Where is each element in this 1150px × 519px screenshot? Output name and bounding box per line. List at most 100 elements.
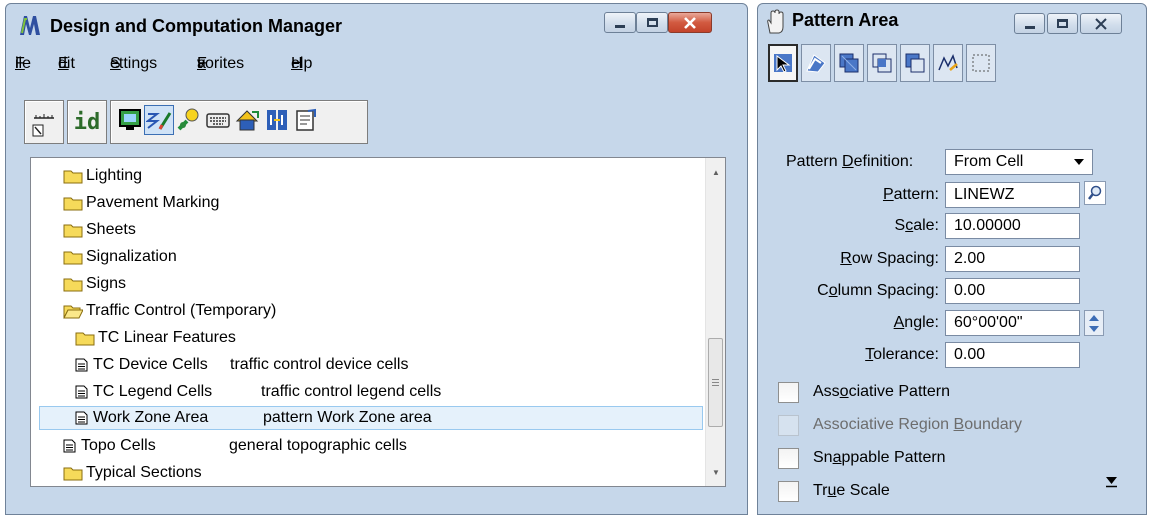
tree-item-tc-linear-features[interactable]: TC Linear Features [75, 326, 236, 350]
keyboard-icon [206, 113, 230, 128]
tolerance-label: Tolerance: [865, 346, 939, 363]
tree-item-tc-device-cells[interactable]: TC Device Cells traffic control device c… [75, 353, 725, 377]
menu-bar: File Edit Settings Fa vorites Help [15, 55, 313, 72]
folder-icon [63, 224, 83, 237]
pattern-name-field[interactable]: LINEWZ [945, 182, 1080, 208]
element-pattern-button[interactable] [768, 44, 798, 82]
magnifier-icon [1088, 185, 1102, 200]
fence-pattern-button[interactable] [933, 44, 963, 82]
ruler-button[interactable] [24, 100, 64, 144]
properties-button[interactable] [291, 105, 321, 135]
tree-item-topo-cells[interactable]: Topo Cells general topographic cells [63, 434, 713, 458]
pattern-maximize-button[interactable] [1047, 13, 1078, 34]
edit-line-button[interactable] [144, 105, 174, 135]
row-spacing-field[interactable]: 2.00 [945, 246, 1080, 272]
tree-item-lighting[interactable]: Lighting [63, 164, 142, 188]
flood-pattern-button[interactable] [801, 44, 831, 82]
intersection-pattern-button[interactable] [867, 44, 897, 82]
pattern-definition-dropdown[interactable]: From Cell [945, 149, 1093, 175]
split-button[interactable] [262, 105, 292, 135]
monitor-icon [119, 109, 141, 130]
tree-item-tc-legend-cells[interactable]: TC Legend Cells traffic control legend c… [75, 380, 725, 404]
document-icon [63, 439, 76, 453]
id-button[interactable]: id [67, 100, 107, 144]
pattern-area-titlebar[interactable]: Pattern Area [758, 4, 1146, 48]
pattern-area-window: Pattern Area Pattern Definition: From Ce… [757, 3, 1147, 515]
tree-item-signs[interactable]: Signs [63, 272, 126, 296]
category-tree[interactable]: Lighting Pavement Marking Sheets Signali… [30, 157, 726, 487]
tree-item-sheets[interactable]: Sheets [63, 218, 136, 242]
close-icon [684, 16, 696, 29]
row-spacing-label: Row Spacing: [840, 250, 939, 267]
tolerance-field[interactable]: 0.00 [945, 342, 1080, 368]
associative-pattern-checkbox[interactable]: Associative Pattern [778, 379, 950, 405]
scroll-down-arrow[interactable]: ▼ [706, 462, 725, 482]
union-pattern-button[interactable] [834, 44, 864, 82]
scroll-thumb[interactable] [708, 338, 723, 427]
dcm-app-icon [20, 16, 40, 35]
scale-field[interactable]: 10.00000 [945, 213, 1080, 239]
checkbox-box [778, 414, 799, 436]
points-pattern-button[interactable] [966, 44, 996, 82]
maximize-icon [1057, 19, 1068, 28]
checkbox-box[interactable] [778, 381, 799, 403]
points-pattern-icon [972, 54, 990, 72]
associative-region-boundary-checkbox: Associative Region Boundary [778, 412, 1022, 438]
shapes-button[interactable] [232, 105, 262, 135]
column-spacing-label: Column Spacing: [817, 282, 939, 299]
folder-icon [63, 197, 83, 210]
folder-icon [63, 467, 83, 480]
dcm-titlebar[interactable]: Design and Computation Manager [6, 4, 747, 48]
checkbox-box[interactable] [778, 480, 799, 502]
angle-field[interactable]: 60°00'00" [945, 310, 1080, 336]
spin-up-icon[interactable] [1089, 315, 1099, 321]
pattern-minimize-button[interactable] [1014, 13, 1045, 34]
difference-pattern-icon [905, 53, 925, 73]
union-pattern-icon [839, 53, 859, 73]
spin-down-icon[interactable] [1089, 326, 1099, 332]
folder-icon [63, 278, 83, 291]
tree-item-pavement-marking[interactable]: Pavement Marking [63, 191, 219, 215]
intersection-pattern-icon [872, 53, 892, 73]
tree-item-work-zone-area[interactable]: Work Zone Area pattern Work Zone area [39, 406, 703, 430]
minimize-icon [1024, 26, 1035, 29]
document-icon [75, 385, 88, 399]
close-icon [1095, 17, 1107, 30]
flood-pattern-icon [806, 54, 826, 73]
chevron-down-icon [1074, 159, 1084, 165]
minimize-button[interactable] [604, 12, 636, 33]
maximize-button[interactable] [636, 12, 668, 33]
color-tool-button[interactable] [173, 105, 203, 135]
snappable-pattern-checkbox[interactable]: Snappable Pattern [778, 445, 946, 471]
tree-item-traffic-control[interactable]: Traffic Control (Temporary) [63, 299, 276, 323]
minimize-icon [615, 25, 625, 28]
dcm-window: Design and Computation Manager File Edit… [5, 3, 748, 515]
angle-spinner[interactable] [1084, 310, 1104, 336]
pattern-definition-label: Pattern Definition: [786, 153, 914, 170]
true-scale-checkbox[interactable]: True Scale [778, 478, 890, 504]
folder-icon [75, 332, 95, 345]
monitor-button[interactable] [115, 105, 145, 135]
document-icon [75, 358, 88, 372]
tree-scrollbar[interactable]: ▲ ▼ [705, 158, 725, 486]
element-pattern-icon [774, 54, 792, 73]
scale-label: Scale: [894, 217, 939, 234]
checkbox-box[interactable] [778, 447, 799, 469]
pattern-close-button[interactable] [1080, 13, 1122, 34]
pattern-area-title: Pattern Area [792, 10, 899, 30]
pattern-browse-button[interactable] [1084, 181, 1106, 205]
folder-icon [63, 170, 83, 183]
tree-item-typical-sections[interactable]: Typical Sections [63, 461, 202, 485]
keyboard-button[interactable] [203, 105, 233, 135]
close-button[interactable] [668, 12, 712, 33]
expand-arrow-icon[interactable] [1105, 474, 1118, 488]
dcm-toolbar-group [110, 100, 368, 144]
column-spacing-field[interactable]: 0.00 [945, 278, 1080, 304]
scroll-up-arrow[interactable]: ▲ [706, 162, 725, 182]
difference-pattern-button[interactable] [900, 44, 930, 82]
color-tool-icon [177, 108, 199, 131]
hand-icon [767, 9, 784, 34]
tree-item-signalization[interactable]: Signalization [63, 245, 177, 269]
fence-pattern-icon [938, 54, 958, 71]
angle-label: Angle: [893, 314, 939, 331]
